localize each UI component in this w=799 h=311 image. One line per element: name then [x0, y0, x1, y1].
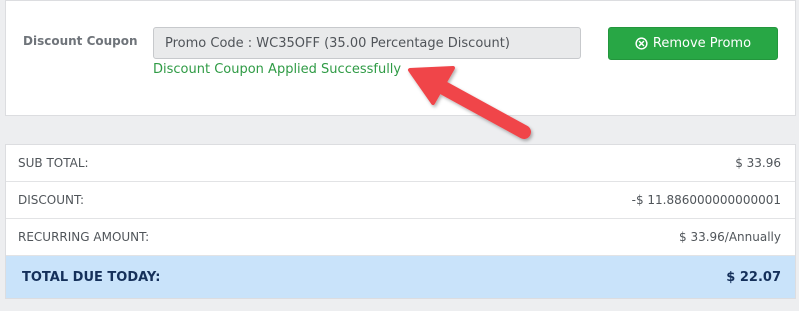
- subtotal-value: $ 33.96: [735, 156, 781, 170]
- remove-promo-button[interactable]: Remove Promo: [608, 27, 778, 60]
- coupon-success-message: Discount Coupon Applied Successfully: [153, 62, 402, 77]
- promo-code-input[interactable]: [153, 27, 581, 59]
- discount-label: DISCOUNT:: [18, 193, 85, 207]
- recurring-amount-row: RECURRING AMOUNT: $ 33.96/Annually: [6, 219, 795, 256]
- order-totals-table: SUB TOTAL: $ 33.96 DISCOUNT: -$ 11.88600…: [5, 144, 796, 299]
- discount-value: -$ 11.886000000000001: [631, 193, 781, 207]
- subtotal-label: SUB TOTAL:: [18, 156, 89, 170]
- total-due-label: TOTAL DUE TODAY:: [22, 269, 161, 285]
- recurring-amount-value: $ 33.96/Annually: [679, 230, 781, 244]
- total-due-value: $ 22.07: [726, 269, 781, 285]
- recurring-amount-label: RECURRING AMOUNT:: [18, 230, 150, 244]
- discount-coupon-label: Discount Coupon: [23, 34, 138, 48]
- remove-promo-label: Remove Promo: [652, 36, 752, 51]
- subtotal-row: SUB TOTAL: $ 33.96: [6, 145, 795, 182]
- total-due-row: TOTAL DUE TODAY: $ 22.07: [6, 256, 795, 298]
- discount-row: DISCOUNT: -$ 11.886000000000001: [6, 182, 795, 219]
- circle-x-icon: [635, 37, 648, 50]
- pointer-arrow-icon: [400, 62, 550, 156]
